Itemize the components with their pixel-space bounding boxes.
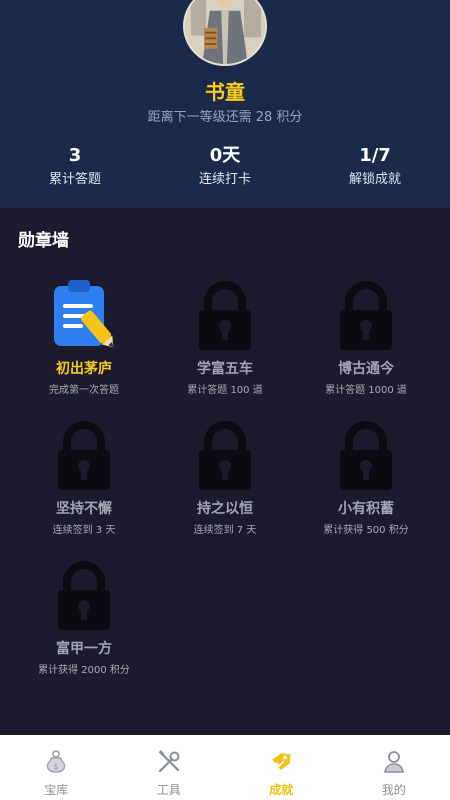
level-progress-hint: 距离下一等级还需 28 积分 [147,110,303,125]
badge-description: 累计答题 1000 道 [325,385,407,396]
svg-text:$: $ [54,763,58,771]
lock-icon [58,561,110,630]
badge-name: 初出茅庐 [56,361,112,377]
badge-description: 累计答题 100 道 [187,385,263,396]
badge-item[interactable]: 坚持不懈 连续签到 3 天 [9,418,159,536]
badge-name: 富甲一方 [56,641,112,657]
stat-value: 3 [68,145,82,166]
badge-description: 连续签到 7 天 [193,525,257,536]
achievement-tag-icon [272,752,291,771]
badge-description: 连续签到 3 天 [52,525,116,536]
lock-icon [340,281,392,350]
stat-unlocked-achievements: 1/7 解锁成就 [300,145,450,188]
tab-label: 工具 [156,783,181,797]
level-name: 书童 [205,80,245,104]
stat-total-answers: 3 累计答题 [0,145,150,188]
badge-item[interactable]: 富甲一方 累计获得 2000 积分 [9,558,159,676]
badge-description: 累计获得 2000 积分 [38,665,130,676]
badge-name: 博古通今 [338,361,394,377]
tab-profile[interactable]: 我的 [338,735,450,800]
tab-label: 我的 [381,783,406,797]
badge-name: 学富五车 [197,361,253,377]
badge-item[interactable]: 小有积蓄 累计获得 500 积分 [291,418,441,536]
badge-name: 坚持不懈 [56,501,112,517]
badge-item[interactable]: 初出茅庐 完成第一次答题 [9,278,159,396]
tab-tools[interactable]: 工具 [113,735,226,800]
lock-icon [340,421,392,490]
badge-description: 累计获得 500 积分 [323,525,409,536]
stat-label: 累计答题 [48,172,101,187]
stat-label: 解锁成就 [348,172,401,187]
stat-value: 0天 [209,145,241,166]
scholar-avatar-image [185,0,265,64]
badge-item[interactable]: 持之以恒 连续签到 7 天 [150,418,300,536]
stats-row: 3 累计答题 0天 连续打卡 1/7 解锁成就 [0,145,450,188]
tab-treasury[interactable]: $ 宝库 [0,735,113,800]
tab-label: 宝库 [44,783,69,797]
badge-item[interactable]: 博古通今 累计答题 1000 道 [291,278,441,396]
user-icon [383,751,404,773]
stat-label: 连续打卡 [198,172,251,187]
badge-item[interactable]: 学富五车 累计答题 100 道 [150,278,300,396]
badge-name: 小有积蓄 [338,501,394,517]
treasure-bag-icon: $ [47,750,66,773]
lock-icon [58,421,110,490]
lock-icon [199,421,251,490]
tab-achievements[interactable]: 成就 [225,735,338,800]
clipboard-pencil-icon [54,280,114,348]
stat-checkin-streak: 0天 连续打卡 [150,145,300,188]
tools-icon [158,750,180,773]
stat-value: 1/7 [359,145,391,166]
avatar[interactable] [183,0,267,66]
tab-label: 成就 [269,783,294,797]
lock-icon [199,281,251,350]
badge-name: 持之以恒 [197,501,253,517]
profile-header: 书童 距离下一等级还需 28 积分 3 累计答题 0天 连续打卡 1/7 解锁成… [0,0,450,208]
bottom-tab-bar: $ 宝库 工具 成就 我的 [0,735,450,800]
badge-description: 完成第一次答题 [49,385,119,396]
badge-wall-title: 勋章墙 [18,231,69,251]
